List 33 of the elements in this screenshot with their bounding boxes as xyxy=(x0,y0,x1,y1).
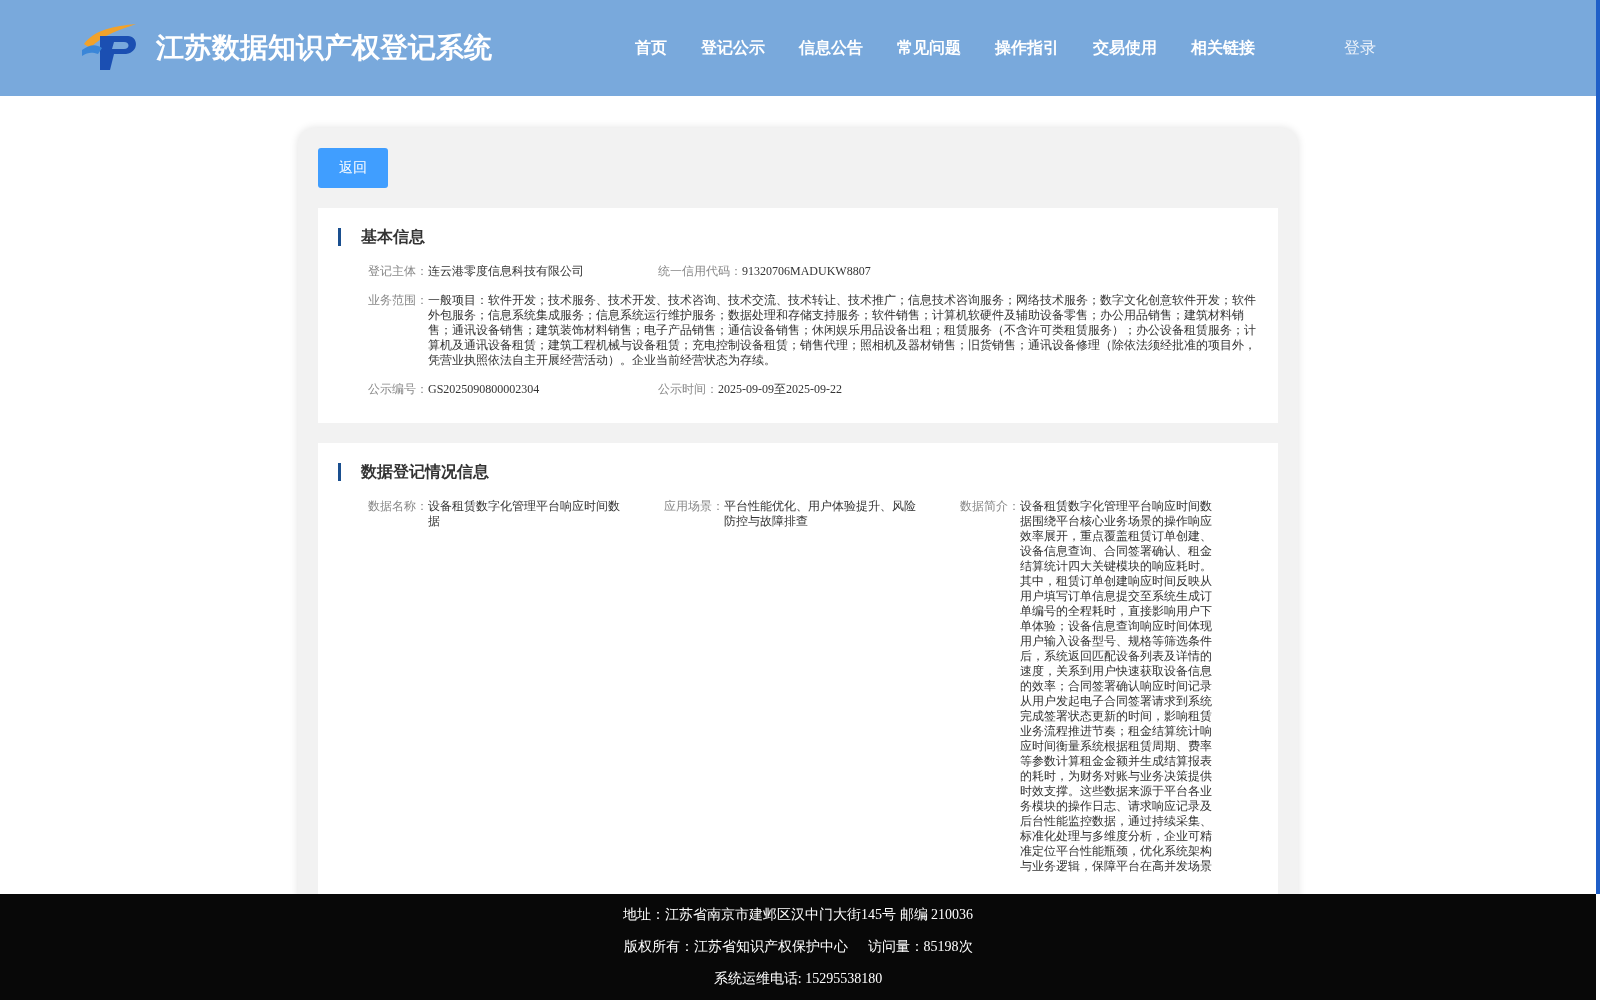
field-label: 公示编号： xyxy=(368,382,428,397)
nav-link[interactable]: 信息公告 xyxy=(782,37,880,59)
field-value: 设备租赁数字化管理平台响应时间数据围绕平台核心业务场景的操作响应效率展开，重点覆盖租赁订单创建、设备信息查询、合同签署确认、租金结算统计四大关键模块的响应耗时。其中，租赁订单创建响应时间反映从用户填写订单信息提交至系统生成订单编号的全程耗时，直接影响用户下单体验；设备信息查询响应时间体现用户输入设备型号、规格等筛选条件后，系统返回匹配设备列表及详情的速度，关系到用户快速获取设备信息的效率；合同签署确认响应时间记录从用户发起电子合同签署请求到系统完成签署状态更新的时间，影响租赁业务流程推进节奏；租金结算统计响应时间衡量系统根据租赁周期、费率等参数计算租金金额并生成结算报表的耗时，为财务对账与业务决策提供时效支撑。这些数据来源于平台各业务模块的操作日志、请求响应记录及后台性能监控数据，通过持续采集、标准化处理与多维度分析，企业可精准定位平台性能瓶颈，优化系统架构与业务逻辑，保障平台在高并发场景 xyxy=(1020,499,1212,874)
copyright-text: 版权所有：江苏省知识产权保护中心 xyxy=(623,938,848,956)
field-label: 数据简介： xyxy=(960,499,1020,515)
nav-link[interactable]: 登记公示 xyxy=(684,37,782,59)
phone-text: 系统运维电话: 15295538180 xyxy=(713,970,883,988)
visit-count: 访问量：85198次 xyxy=(867,938,973,956)
field-value: 2025-09-09至2025-09-22 xyxy=(718,382,842,397)
field-label: 公示时间： xyxy=(658,382,718,397)
field-value: 一般项目：软件开发；技术服务、技术开发、技术咨询、技术交流、技术转让、技术推广；信息技术咨询服务；网络技术服务；数字文化创意软件开发；软件外包服务；信息系统集成服务；信息系统运行维护服务；数据处理和存储支持服务；软件销售；计算机软硬件及辅助设备零售；办公用品销售；建筑材料销售；通讯设备销售；建筑装饰材料销售；电子产品销售；通信设备销售；休闲娱乐用品设备出租；租赁服务（不含许可类租赁服务）；办公设备租赁服务；计算机及通讯设备租赁；建筑工程机械与设备租赁；充电控制设备租赁；销售代理；照相机及器材销售；旧货销售；通讯设备修理（除依法须经批准的项目外，凭营业执照依法自主开展经营活动）。企业当前经营状态为存续。 xyxy=(428,293,1256,368)
nav-link[interactable]: 首页 xyxy=(618,37,684,59)
login-link[interactable]: 登录 xyxy=(1344,37,1376,59)
field-label: 数据名称： xyxy=(368,499,428,515)
field-value: 连云港零度信息科技有限公司 xyxy=(428,264,584,279)
field-label: 统一信用代码： xyxy=(658,264,742,279)
field-value: 91320706MADUKW8807 xyxy=(742,264,871,279)
address-text: 地址：江苏省南京市建邺区汉中门大街145号 邮编 210036 xyxy=(623,906,973,924)
section-title: 数据登记情况信息 xyxy=(338,463,1256,481)
nav-link[interactable]: 交易使用 xyxy=(1076,37,1174,59)
section-title: 基本信息 xyxy=(338,228,1256,246)
nav-link[interactable]: 常见问题 xyxy=(880,37,978,59)
field-label: 业务范围： xyxy=(368,293,428,309)
scrollbar[interactable] xyxy=(1596,0,1600,894)
field-value: GS2025090800002304 xyxy=(428,382,540,397)
field-value: 平台性能优化、用户体验提升、风险防控与故障排查 xyxy=(724,499,917,530)
nav-link[interactable]: 相关链接 xyxy=(1174,37,1272,59)
field-label: 登记主体： xyxy=(368,264,428,279)
nav-link[interactable]: 操作指引 xyxy=(978,37,1076,59)
field-label: 应用场景： xyxy=(664,499,724,515)
field-value: 设备租赁数字化管理平台响应时间数据 xyxy=(428,499,621,530)
site-title: 江苏数据知识产权登记系统 xyxy=(156,31,492,65)
back-button[interactable]: 返回 xyxy=(318,148,388,188)
